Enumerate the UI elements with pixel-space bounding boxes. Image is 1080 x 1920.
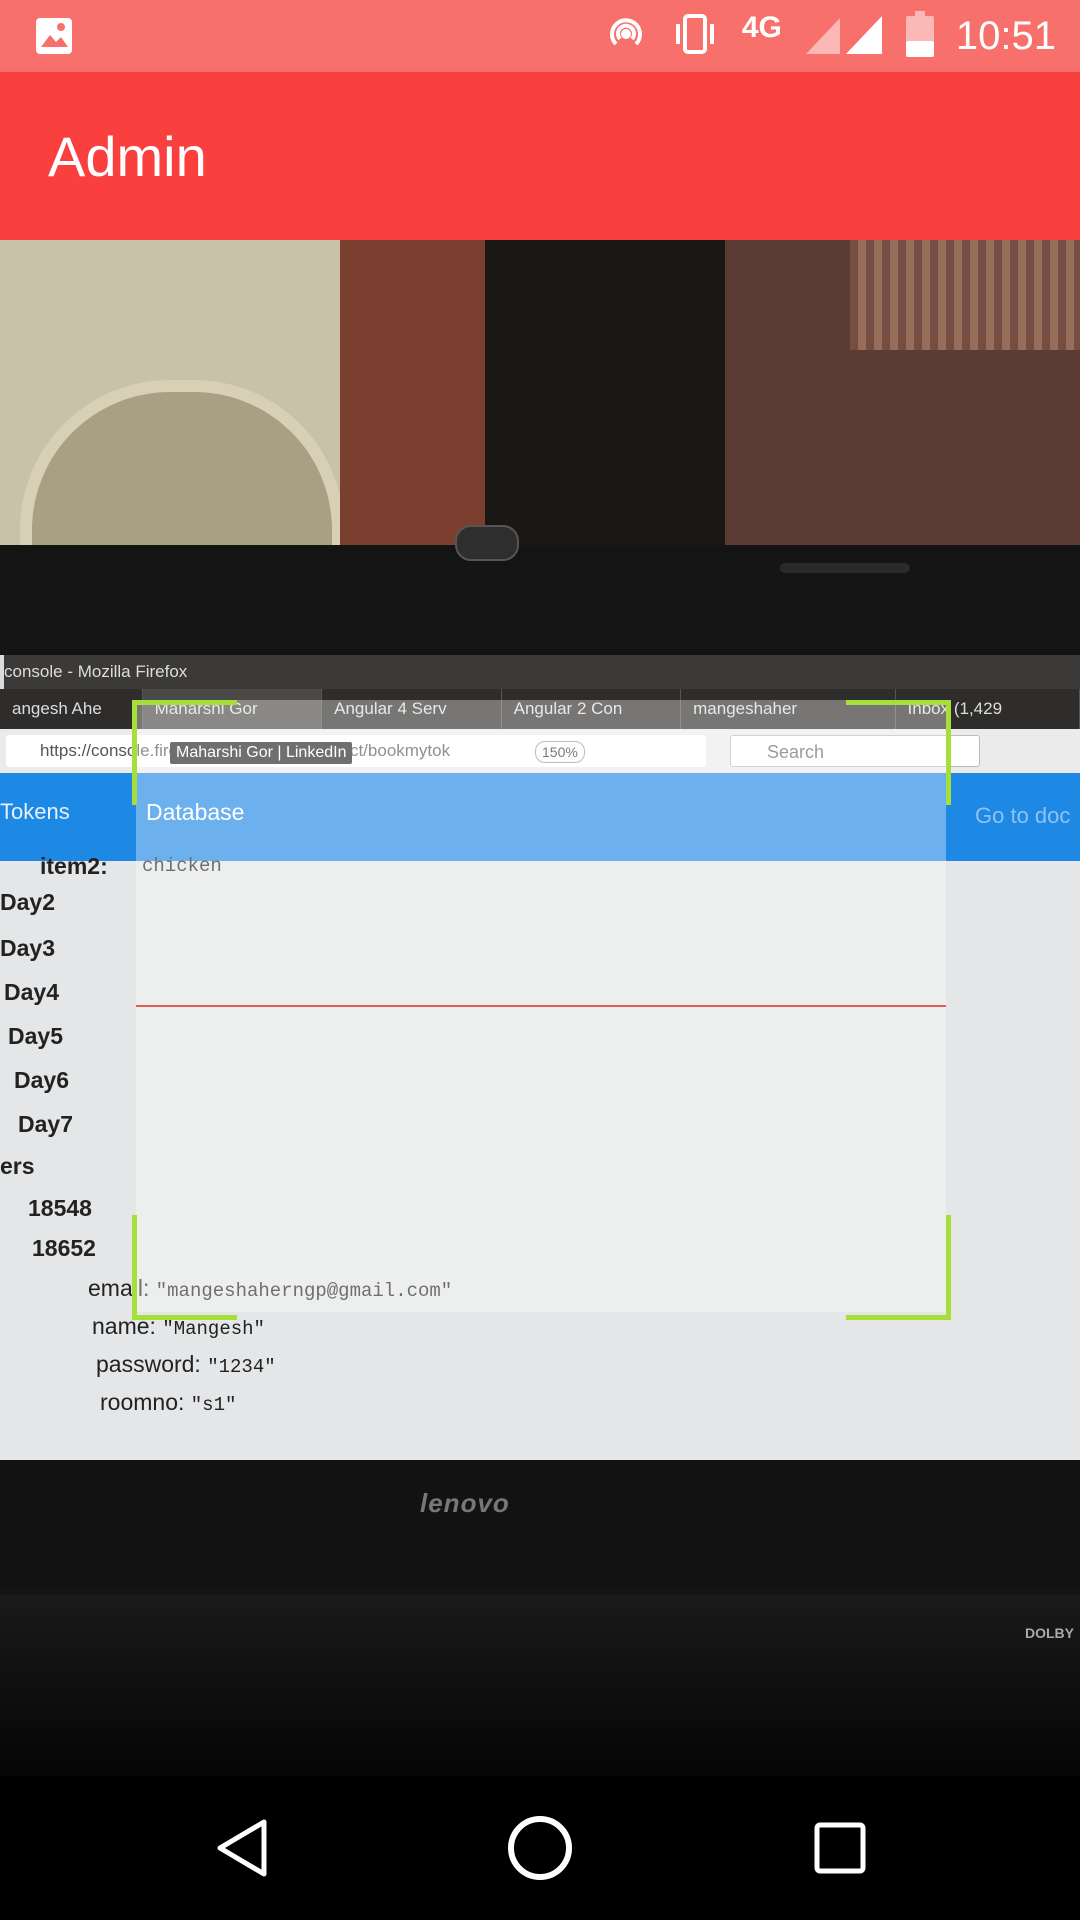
tree-value: "s1"	[190, 1394, 237, 1416]
tree-node: 18652	[32, 1235, 96, 1261]
dolby-label: DOLBY	[1025, 1625, 1074, 1641]
back-icon	[217, 1819, 267, 1877]
scan-corner-bottom-right	[846, 1215, 951, 1320]
laptop-keyboard: DOLBY	[0, 1595, 1080, 1776]
tree-node: Day5	[8, 1023, 63, 1049]
tree-value: "1234"	[207, 1356, 276, 1378]
tree-node: Day2	[0, 889, 55, 915]
firebase-goto-label: Go to doc	[975, 803, 1071, 828]
network-type: 4G	[741, 11, 782, 44]
laptop-brand: lenovo	[420, 1488, 510, 1518]
navigation-bar	[0, 1776, 1080, 1920]
browser-title: console - Mozilla Firefox	[4, 655, 1080, 689]
back-button[interactable]	[206, 1812, 278, 1884]
background-rack	[485, 240, 725, 550]
home-button[interactable]	[504, 1812, 576, 1884]
tree-key: password:	[96, 1351, 201, 1377]
tree-key: roomno:	[100, 1389, 185, 1415]
tree-node: Day7	[18, 1111, 73, 1137]
status-bar: 4G 10:51	[0, 0, 1080, 72]
tree-field: password: "1234"	[96, 1351, 276, 1378]
tree-key: item2:	[40, 853, 108, 879]
scan-corner-top-right	[846, 700, 951, 805]
background-cloth	[850, 240, 1080, 350]
tree-field: roomno: "s1"	[100, 1389, 236, 1416]
hotspot-icon	[604, 12, 648, 61]
vibrate-icon	[670, 12, 720, 61]
scan-line	[136, 1005, 946, 1007]
laptop-webcam	[455, 525, 519, 561]
tree-node: Day3	[0, 935, 55, 961]
recents-icon	[814, 1822, 866, 1874]
tree-node: 18548	[28, 1195, 92, 1221]
status-time: 10:51	[955, 13, 1056, 58]
tree-node: Day4	[4, 979, 59, 1005]
tree-node: Day6	[14, 1067, 69, 1093]
scan-corner-bottom-left	[132, 1215, 237, 1320]
laptop-speaker	[780, 563, 910, 573]
signal-icon	[804, 12, 884, 61]
battery-icon	[905, 10, 934, 62]
image-icon	[34, 16, 74, 61]
browser-tab: angesh Ahe	[0, 689, 143, 729]
app-bar: Admin	[0, 72, 1080, 240]
app-title: Admin	[48, 125, 207, 188]
home-icon	[508, 1816, 572, 1880]
recents-button[interactable]	[804, 1812, 876, 1884]
laptop-bezel: lenovo	[0, 1460, 1080, 1590]
scan-corner-top-left	[132, 700, 237, 805]
tree-value: "Mangesh"	[162, 1318, 265, 1340]
background-wall	[340, 240, 485, 550]
tree-node: ers	[0, 1153, 35, 1179]
firebase-tokens-label: Tokens	[0, 799, 70, 824]
